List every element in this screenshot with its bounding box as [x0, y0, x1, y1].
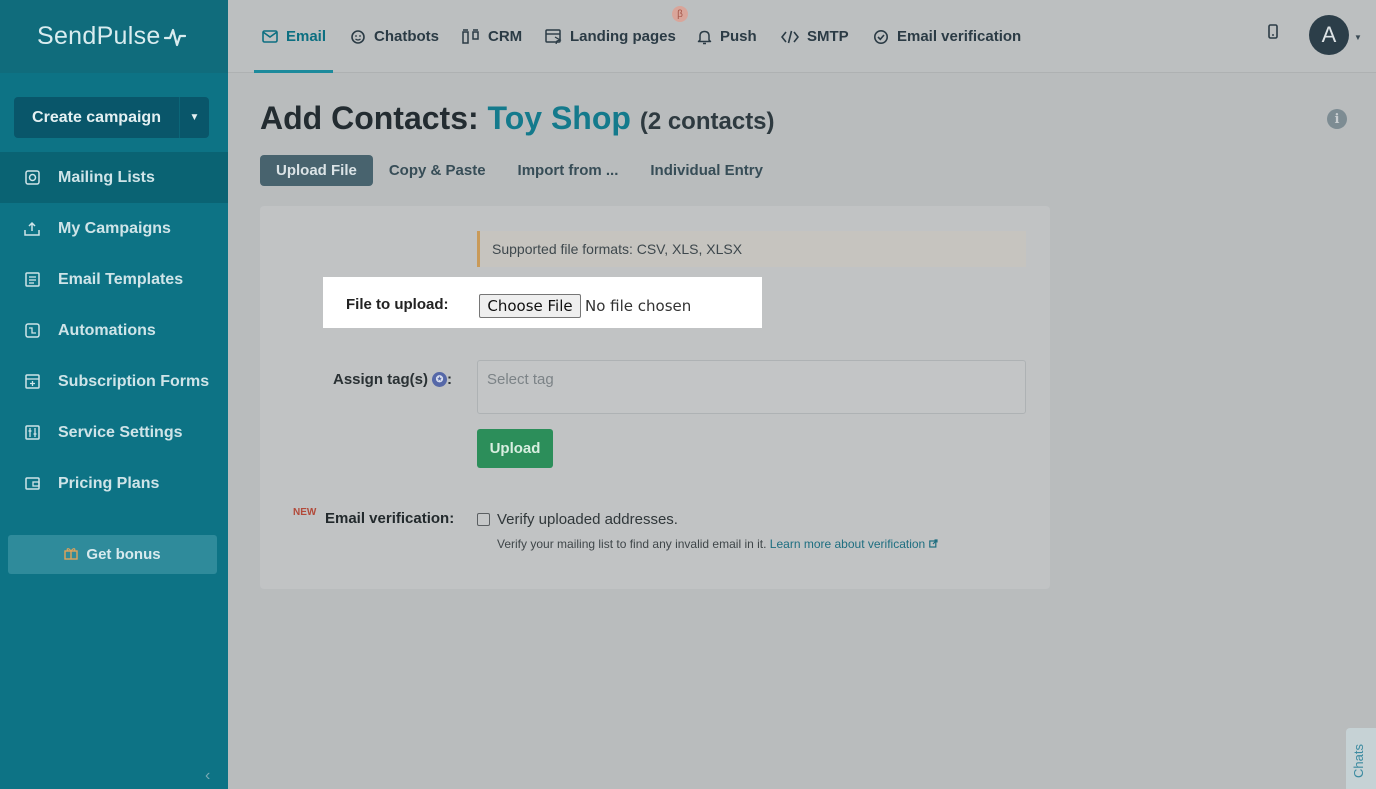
sidebar-item-label: Email Templates [58, 270, 184, 288]
create-campaign-group: Create campaign ▼ [14, 97, 209, 138]
sidebar-item-label: Pricing Plans [58, 474, 160, 492]
sidebar: SendPulse Create campaign ▼ Mailing List… [0, 0, 228, 789]
sidebar-item-automations[interactable]: Automations [0, 305, 228, 356]
nav-label: Chatbots [374, 28, 439, 45]
nav-email[interactable]: Email [262, 0, 326, 73]
file-upload-label: File to upload: [346, 296, 449, 313]
chats-widget[interactable]: Chats [1346, 728, 1376, 789]
get-bonus-button[interactable]: Get bonus [8, 535, 217, 574]
choose-file-button[interactable]: Choose File [479, 294, 581, 318]
crm-icon [462, 29, 480, 44]
info-icon[interactable]: i [1327, 109, 1347, 129]
chats-label: Chats [1351, 744, 1366, 778]
sidebar-item-email-templates[interactable]: Email Templates [0, 254, 228, 305]
caret-down-icon: ▼ [189, 112, 200, 123]
contact-count: (2 contacts) [639, 108, 775, 135]
tag-help-icon[interactable]: ✪ [432, 372, 448, 387]
sidebar-item-subscription-forms[interactable]: Subscription Forms [0, 356, 228, 407]
verify-hint-text: Verify your mailing list to find any inv… [497, 537, 767, 551]
chatbot-icon [350, 29, 366, 45]
mobile-app-icon[interactable] [1268, 24, 1278, 44]
nav-push[interactable]: Push [697, 0, 757, 73]
tab-individual-entry[interactable]: Individual Entry [634, 155, 779, 186]
top-navigation: Email Chatbots CRM Landing pages β Push … [228, 0, 1376, 73]
get-bonus-label: Get bonus [86, 546, 161, 563]
sidebar-item-pricing-plans[interactable]: Pricing Plans [0, 458, 228, 509]
tab-import-from[interactable]: Import from ... [502, 155, 635, 186]
nav-landing-pages[interactable]: Landing pages [545, 0, 676, 73]
gift-icon [64, 546, 79, 564]
assign-tag-colon: : [447, 371, 453, 388]
tag-select-placeholder: Select tag [487, 371, 554, 388]
email-verification-label: Email verification: [325, 510, 455, 527]
nav-label: Push [720, 28, 757, 45]
code-icon [781, 30, 799, 44]
active-tab-indicator [254, 70, 333, 73]
verify-checkbox-label[interactable]: Verify uploaded addresses. [497, 511, 678, 528]
sidebar-item-label: Mailing Lists [58, 168, 155, 186]
sidebar-item-label: My Campaigns [58, 219, 171, 237]
create-campaign-dropdown[interactable]: ▼ [180, 97, 209, 138]
sidebar-item-service-settings[interactable]: Service Settings [0, 407, 228, 458]
nav-email-verification[interactable]: Email verification [873, 0, 1021, 73]
nav-label: Landing pages [570, 28, 676, 45]
tab-upload-file[interactable]: Upload File [260, 155, 373, 186]
bell-icon [697, 29, 712, 45]
tag-select-input[interactable]: Select tag [477, 360, 1026, 414]
assign-tag-text: Assign tag(s) [333, 371, 429, 388]
nav-label: SMTP [807, 28, 849, 45]
landing-icon [545, 29, 562, 44]
caret-down-icon[interactable]: ▼ [1354, 33, 1362, 42]
new-badge: NEW [293, 507, 317, 518]
external-link-icon [928, 539, 938, 548]
nav-chatbots[interactable]: Chatbots [350, 0, 439, 73]
sidebar-menu: Mailing Lists My Campaigns Email Templat… [0, 152, 228, 509]
sidebar-item-mailing-lists[interactable]: Mailing Lists [0, 152, 228, 203]
template-icon [24, 272, 40, 288]
wallet-icon [24, 476, 40, 492]
verify-hint: Verify your mailing list to find any inv… [497, 537, 938, 551]
nav-label: Email verification [897, 28, 1022, 45]
nav-crm[interactable]: CRM [462, 0, 522, 73]
pulse-icon [163, 28, 186, 46]
title-prefix: Add Contacts: [260, 100, 479, 136]
file-format-notice: Supported file formats: CSV, XLS, XLSX [477, 231, 1026, 267]
check-circle-icon [873, 29, 889, 45]
settings-icon [24, 425, 40, 441]
sidebar-item-my-campaigns[interactable]: My Campaigns [0, 203, 228, 254]
sidebar-item-label: Subscription Forms [58, 372, 210, 390]
verify-checkbox[interactable] [477, 513, 490, 526]
beta-badge: β [672, 6, 688, 22]
file-status: No file chosen [585, 297, 692, 315]
learn-more-link[interactable]: Learn more about verification [770, 537, 938, 551]
mailing-list-icon [24, 170, 40, 186]
campaign-icon [24, 221, 40, 237]
sidebar-item-label: Service Settings [58, 423, 183, 441]
automation-icon [24, 323, 40, 339]
learn-more-text: Learn more about verification [769, 537, 926, 551]
form-icon [24, 374, 40, 390]
create-campaign-button[interactable]: Create campaign [14, 97, 180, 138]
email-icon [262, 30, 278, 43]
nav-smtp[interactable]: SMTP [781, 0, 849, 73]
nav-label: CRM [488, 28, 523, 45]
assign-tag-label: Assign tag(s) ✪ : [333, 371, 452, 388]
import-method-tabs: Upload File Copy & Paste Import from ...… [260, 155, 779, 186]
nav-label: Email [286, 28, 327, 45]
upload-button[interactable]: Upload [477, 429, 553, 468]
brand-name: SendPulse [37, 22, 161, 50]
avatar[interactable]: A [1309, 15, 1349, 55]
page-title: Add Contacts: Toy Shop (2 contacts) [260, 100, 775, 137]
mailing-list-name[interactable]: Toy Shop [488, 100, 631, 136]
sidebar-item-label: Automations [58, 321, 156, 339]
tab-copy-paste[interactable]: Copy & Paste [373, 155, 502, 186]
logo[interactable]: SendPulse [0, 0, 228, 73]
collapse-sidebar-icon[interactable]: ‹ [205, 767, 210, 785]
